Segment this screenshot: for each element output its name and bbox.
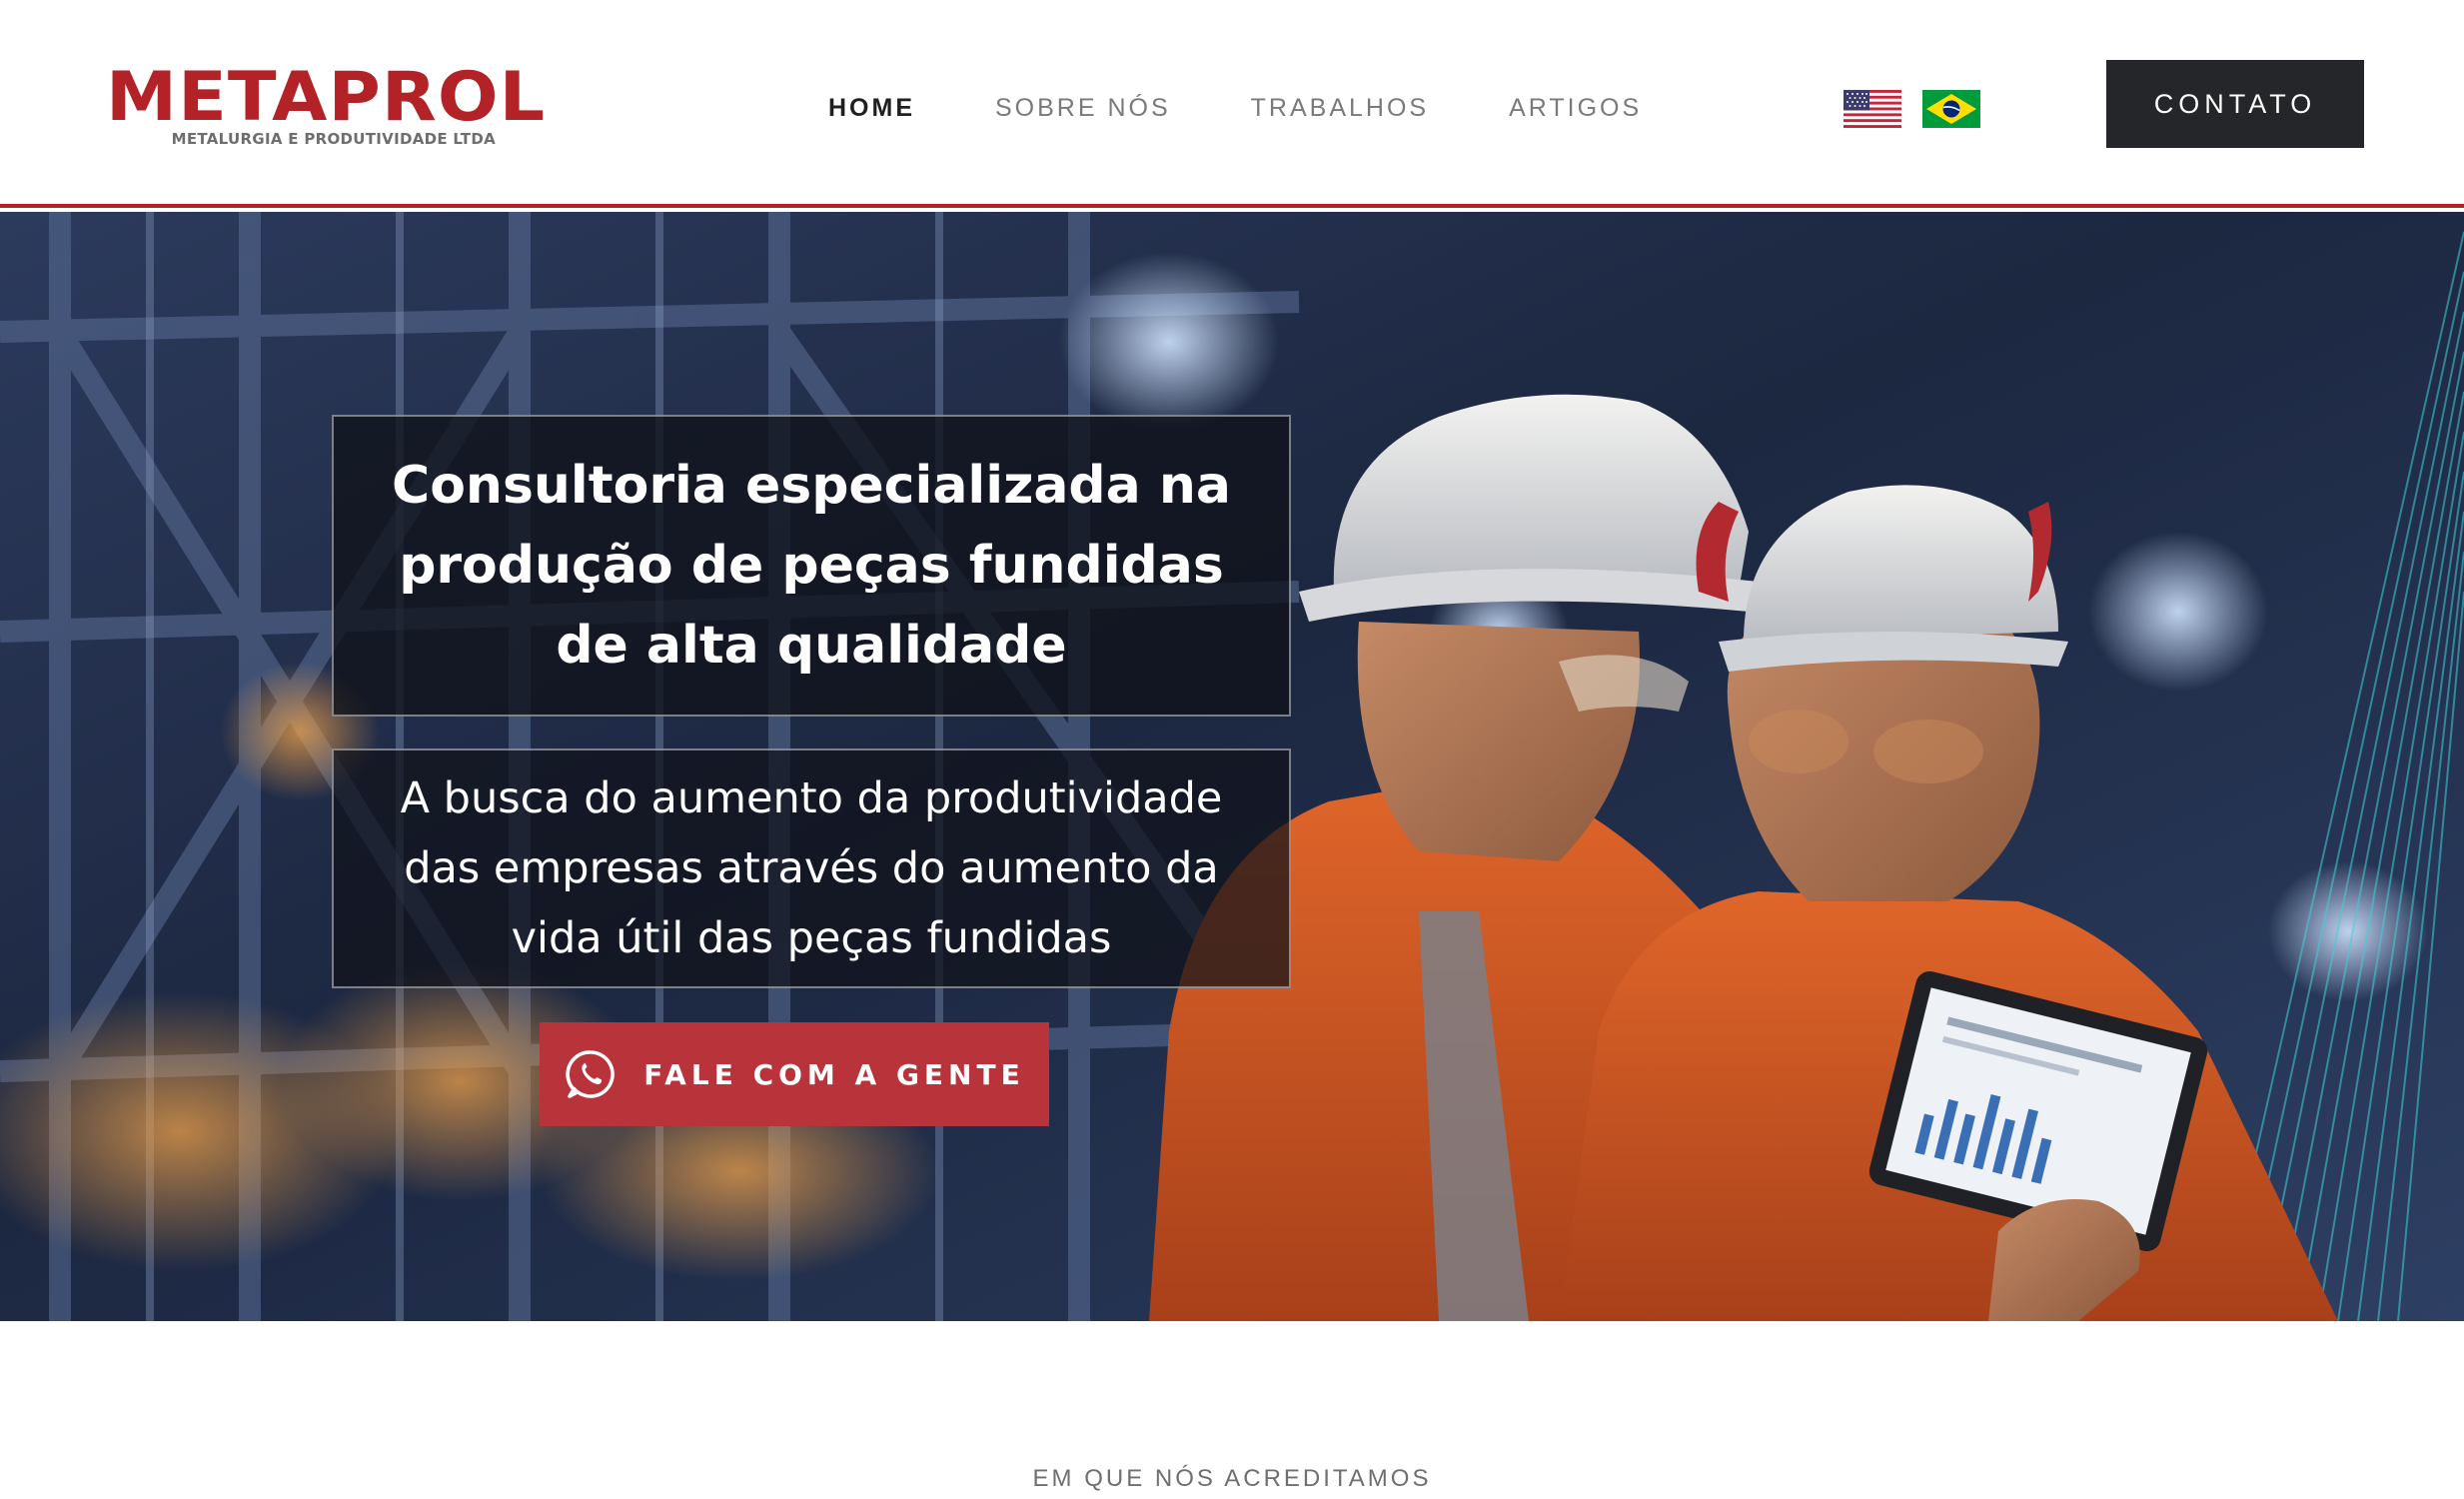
brazil-flag-icon[interactable] — [1922, 90, 1980, 128]
section-eyebrow: EM QUE NÓS ACREDITAMOS — [1032, 1465, 1432, 1492]
nav-sobre-nos[interactable]: SOBRE NÓS — [995, 94, 1171, 123]
nav-artigos[interactable]: ARTIGOS — [1509, 94, 1642, 123]
hero-subheadline: A busca do aumento da produtividade das … — [401, 763, 1223, 973]
metaprol-logo[interactable]: METAPROL METALURGIA E PRODUTIVIDADE LTDA — [106, 64, 545, 154]
subline-line-1: A busca do aumento da produtividade — [400, 773, 1223, 823]
logo-wordmark: METAPROL — [106, 58, 547, 137]
subline-line-3: vida útil das peças fundidas — [511, 913, 1112, 963]
site-header: METAPROL METALURGIA E PRODUTIVIDADE LTDA… — [0, 0, 2464, 208]
cta-label: FALE COM A GENTE — [643, 1057, 1025, 1091]
us-flag-icon[interactable] — [1844, 90, 1901, 128]
logo-tagline: METALURGIA E PRODUTIVIDADE LTDA — [171, 130, 496, 148]
hero-banner: Consultoria especializada na produção de… — [0, 212, 2464, 1321]
contato-button[interactable]: CONTATO — [2106, 60, 2364, 148]
nav-trabalhos[interactable]: TRABALHOS — [1251, 94, 1429, 123]
main-nav: HOME SOBRE NÓS TRABALHOS ARTIGOS — [828, 94, 1642, 123]
headline-line-2: produção de peças fundidas — [399, 536, 1224, 596]
headline-line-3: de alta qualidade — [556, 616, 1067, 676]
headline-box: Consultoria especializada na produção de… — [332, 415, 1291, 717]
headline-line-1: Consultoria especializada na — [392, 456, 1231, 516]
subline-line-2: das empresas através do aumento da — [404, 843, 1219, 893]
whatsapp-icon — [566, 1050, 616, 1098]
hero-headline: Consultoria especializada na produção de… — [392, 446, 1231, 686]
subheadline-box: A busca do aumento da produtividade das … — [332, 749, 1291, 988]
nav-home[interactable]: HOME — [828, 94, 915, 123]
fale-com-a-gente-button[interactable]: FALE COM A GENTE — [540, 1022, 1049, 1126]
